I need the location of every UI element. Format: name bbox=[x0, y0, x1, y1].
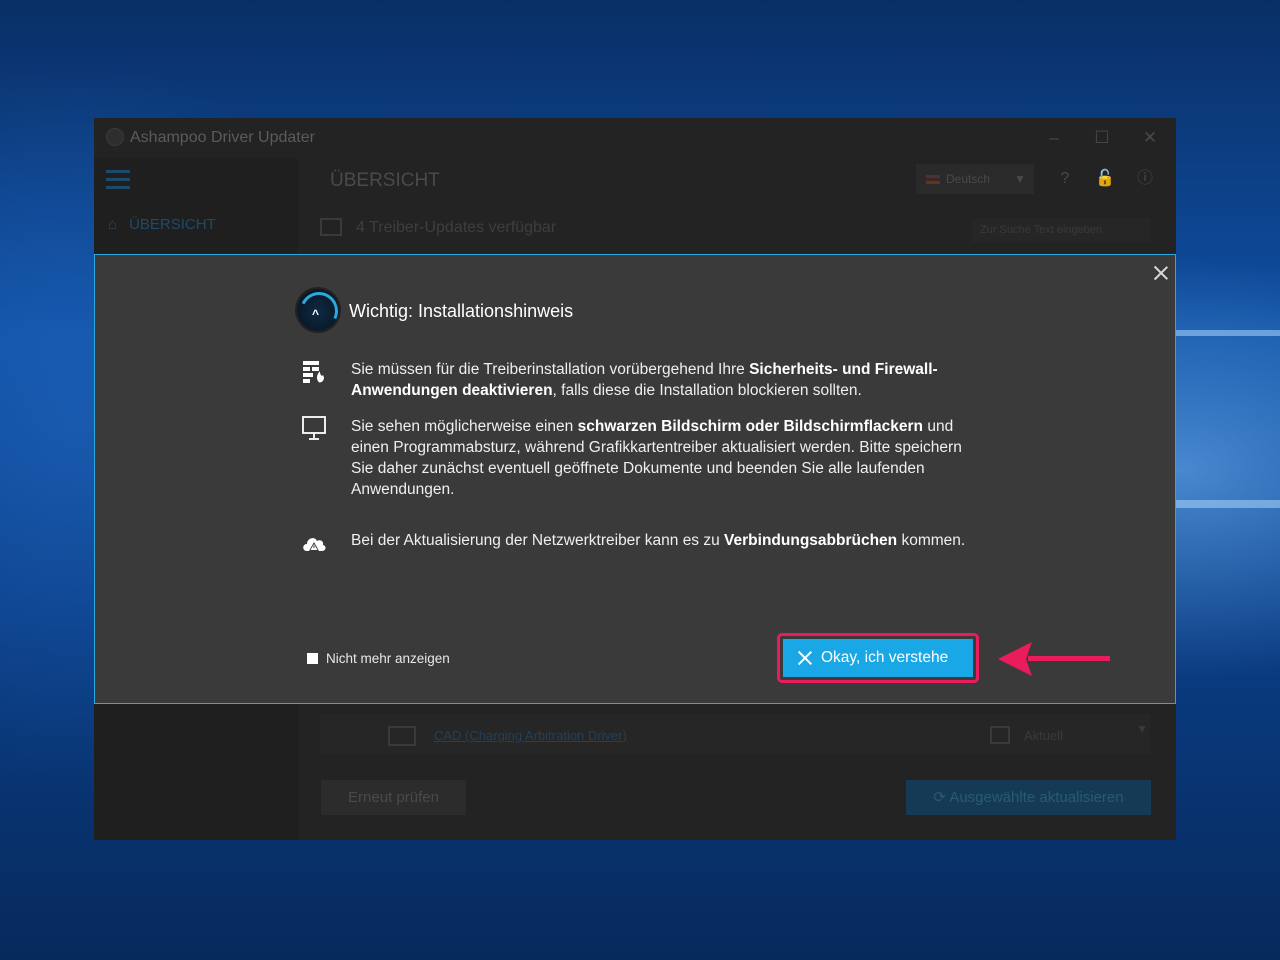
info-icon[interactable]: ⓘ bbox=[1134, 168, 1156, 190]
updates-icon bbox=[320, 218, 342, 236]
firewall-icon bbox=[303, 361, 325, 384]
dialog-title: Wichtig: Installationshinweis bbox=[349, 301, 574, 321]
ashampoo-logo-icon: ^ bbox=[297, 289, 339, 331]
close-window-icon[interactable]: ✕ bbox=[1138, 126, 1162, 150]
status-icon bbox=[990, 726, 1010, 744]
updates-summary: 4 Treiber-Updates verfügbar bbox=[320, 218, 556, 237]
recheck-button[interactable]: Erneut prüfen bbox=[321, 780, 466, 815]
installation-notice-dialog: ^ Wichtig: Installationshinweis Sie müss… bbox=[94, 254, 1176, 704]
arrow-left-icon bbox=[998, 642, 1110, 676]
menu-icon[interactable] bbox=[106, 170, 130, 194]
monitor-icon bbox=[388, 726, 416, 746]
notice-emphasis: Verbindungsabbrüchen bbox=[724, 532, 898, 549]
page-title: ÜBERSICHT bbox=[330, 170, 440, 191]
home-icon: ⌂ bbox=[108, 216, 118, 233]
ok-button-label: Okay, ich verstehe bbox=[821, 649, 949, 666]
updates-text: 4 Treiber-Updates verfügbar bbox=[356, 219, 557, 236]
dont-show-again-checkbox[interactable]: Nicht mehr anzeigen bbox=[307, 651, 450, 666]
sidebar-item-overview[interactable]: ⌂ ÜBERSICHT bbox=[108, 216, 216, 233]
language-select[interactable]: Deutsch ▼ bbox=[916, 164, 1034, 194]
security-notice: Sie müssen für die Treiberinstallation v… bbox=[351, 359, 981, 401]
app-logo-icon bbox=[106, 128, 124, 146]
notice-text: Bei der Aktualisierung der Netzwerktreib… bbox=[351, 532, 725, 549]
window-title: Ashampoo Driver Updater bbox=[130, 129, 315, 146]
close-icon bbox=[797, 650, 813, 666]
checkbox-label: Nicht mehr anzeigen bbox=[326, 651, 450, 666]
update-selected-label: Ausgewählte aktualisieren bbox=[949, 789, 1124, 806]
cloud-warning-icon bbox=[303, 538, 326, 551]
notice-text: Sie sehen möglicherweise einen bbox=[351, 418, 578, 435]
flag-de-icon bbox=[926, 175, 940, 184]
title-bar: Ashampoo Driver Updater – ☐ ✕ bbox=[94, 118, 1176, 158]
table-row[interactable]: CAD (Charging Arbitration Driver) Aktuel… bbox=[320, 714, 1150, 754]
notice-emphasis: schwarzen Bildschirm oder Bildschirmflac… bbox=[577, 418, 924, 435]
maximize-icon[interactable]: ☐ bbox=[1090, 126, 1114, 150]
scroll-down-icon[interactable]: ▼ bbox=[1136, 722, 1148, 736]
sidebar-item-label: ÜBERSICHT bbox=[129, 216, 216, 233]
notice-text: , falls diese die Installation blockiere… bbox=[552, 382, 862, 399]
notice-text: Sie müssen für die Treiberinstallation v… bbox=[351, 361, 750, 378]
lock-icon[interactable]: 🔓 bbox=[1094, 168, 1116, 190]
network-notice: Bei der Aktualisierung der Netzwerktreib… bbox=[351, 530, 981, 551]
help-icon[interactable]: ? bbox=[1054, 168, 1076, 190]
display-notice: Sie sehen möglicherweise einen schwarzen… bbox=[351, 416, 981, 500]
chevron-down-icon: ▼ bbox=[1014, 172, 1026, 186]
search-input[interactable]: Zur Suche Text eingeben bbox=[972, 218, 1150, 242]
status-badge: Aktuell bbox=[1024, 728, 1064, 743]
wallpaper-beam-bottom bbox=[1176, 500, 1280, 508]
update-selected-button[interactable]: ⟳ Ausgewählte aktualisieren bbox=[906, 780, 1151, 815]
monitor-icon bbox=[302, 416, 326, 440]
close-icon[interactable] bbox=[1151, 263, 1171, 283]
checkbox-box[interactable] bbox=[307, 653, 318, 664]
driver-name-link[interactable]: CAD (Charging Arbitration Driver) bbox=[434, 728, 627, 743]
wallpaper-beam-top bbox=[1176, 330, 1280, 336]
notice-text: kommen. bbox=[897, 532, 966, 549]
minimize-icon[interactable]: – bbox=[1042, 126, 1066, 150]
ok-understand-button[interactable]: Okay, ich verstehe bbox=[783, 639, 973, 677]
language-value: Deutsch bbox=[946, 172, 991, 186]
